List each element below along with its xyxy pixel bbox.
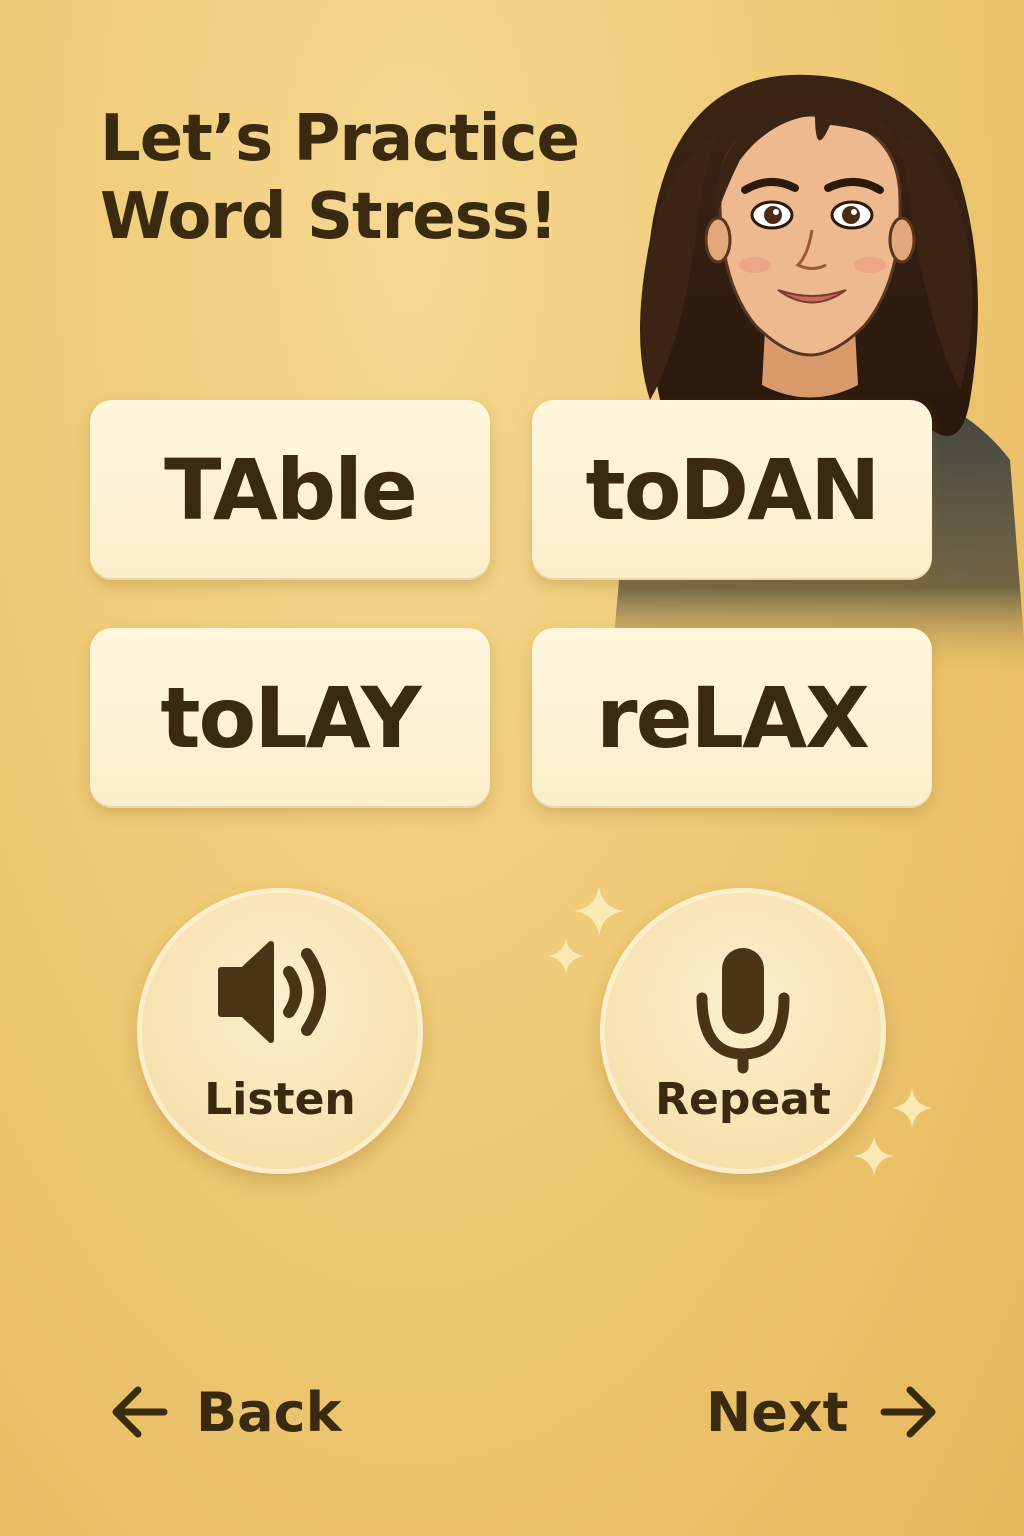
word-card-relax[interactable]: reLAX — [532, 628, 932, 808]
arrow-left-icon — [112, 1386, 168, 1438]
next-button[interactable]: Next — [706, 1372, 940, 1452]
word-card-table[interactable]: TAble — [90, 400, 490, 580]
page-title: Let’s Practice Word Stress! — [100, 100, 620, 256]
back-label: Back — [196, 1380, 342, 1444]
sparkle-icon — [891, 1087, 933, 1129]
next-label: Next — [706, 1380, 849, 1444]
arrow-right-icon — [880, 1386, 936, 1438]
microphone-icon — [696, 948, 790, 1074]
word-card-todan[interactable]: toDAN — [532, 400, 932, 580]
page-title-line-1: Let’s Practice — [100, 102, 580, 176]
repeat-label: Repeat — [655, 1074, 831, 1125]
page-title-line-2: Word Stress! — [100, 180, 558, 254]
sparkle-icon — [547, 937, 585, 975]
back-button[interactable]: Back — [108, 1372, 342, 1452]
listen-label: Listen — [204, 1074, 356, 1125]
speaker-icon — [218, 941, 326, 1043]
repeat-button[interactable]: Repeat — [600, 888, 886, 1174]
word-card-tolay[interactable]: toLAY — [90, 628, 490, 808]
tutor-avatar — [610, 74, 1024, 680]
listen-button[interactable]: Listen — [137, 888, 423, 1174]
